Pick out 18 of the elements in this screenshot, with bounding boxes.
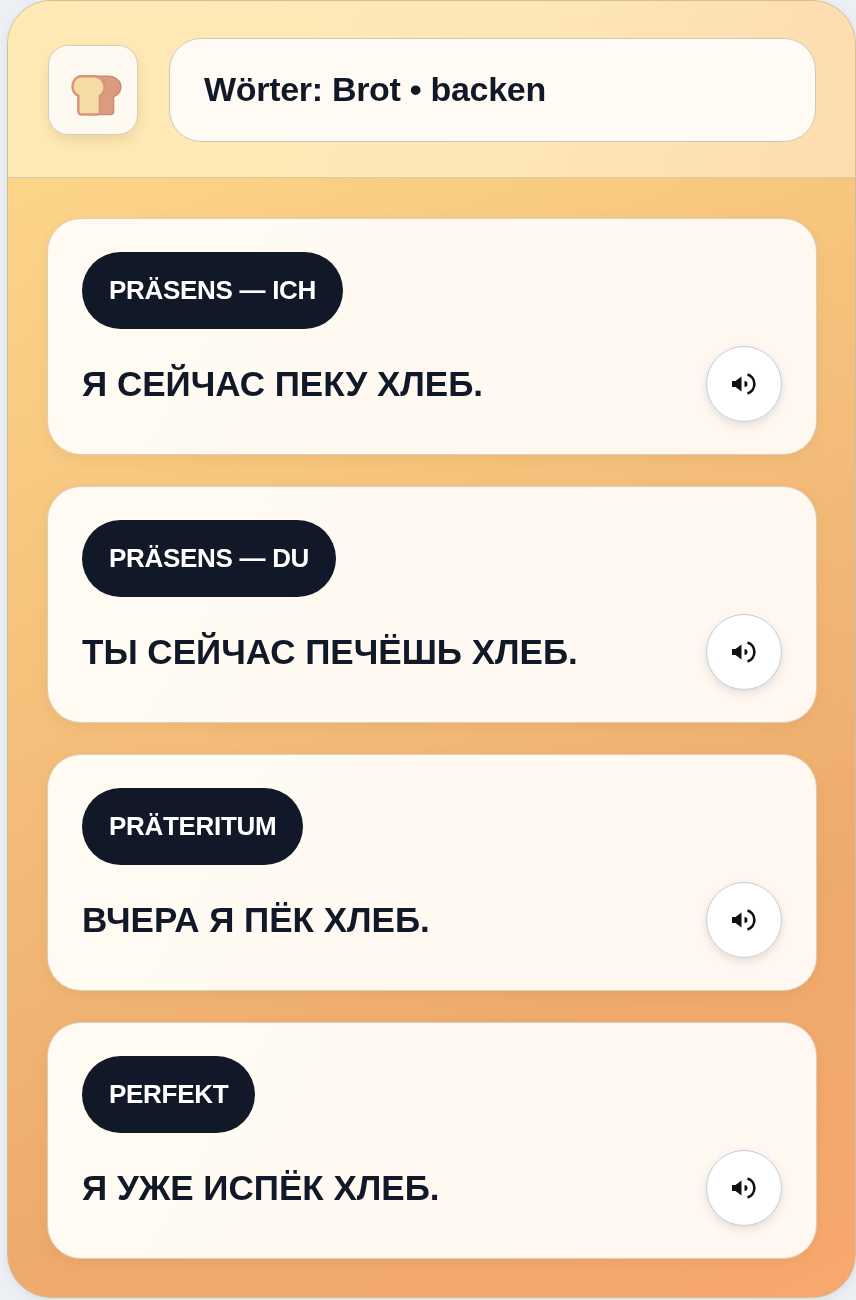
speaker-button[interactable] (706, 346, 782, 422)
speaker-icon (732, 373, 756, 395)
speaker-icon (732, 641, 756, 663)
speaker-icon (732, 909, 756, 931)
speaker-button[interactable] (706, 614, 782, 690)
sentence-text: ТЫ СЕЙЧАС ПЕЧЁШЬ ХЛЕБ. (82, 632, 578, 672)
tense-badge: PERFEKT (82, 1056, 256, 1133)
speaker-icon (732, 1177, 756, 1199)
sentence-text: ВЧЕРА Я ПЁК ХЛЕБ. (82, 900, 430, 940)
words-title: Wörter: Brot • backen (169, 37, 816, 142)
tense-badge: PRÄTERITUM (82, 788, 304, 865)
tense-badge: PRÄSENS — DU (82, 520, 337, 597)
tense-badge: PRÄSENS — ICH (82, 252, 344, 329)
sentence-text: Я СЕЙЧАС ПЕКУ ХЛЕБ. (82, 364, 483, 404)
speaker-button[interactable] (706, 1150, 782, 1226)
sentence-text: Я УЖЕ ИСПЁК ХЛЕБ. (82, 1168, 440, 1208)
bread-icon (48, 44, 138, 135)
speaker-button[interactable] (706, 882, 782, 958)
